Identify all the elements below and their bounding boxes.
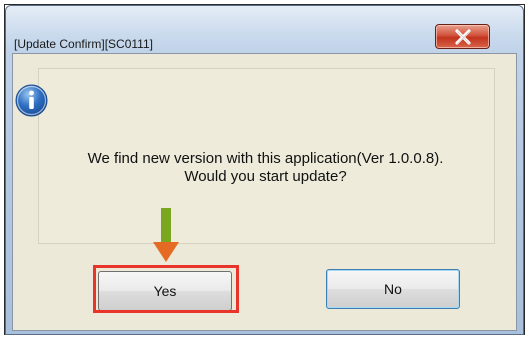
close-button[interactable] — [435, 24, 490, 49]
info-icon — [15, 84, 48, 117]
window-title: [Update Confirm][SC0111] — [14, 37, 153, 51]
no-button[interactable]: No — [326, 269, 460, 309]
message-line-2: Would you start update? — [184, 168, 347, 185]
down-arrow-icon — [153, 208, 179, 262]
yes-button-highlight — [93, 265, 239, 313]
message-line-1: We find new version with this applicatio… — [87, 150, 444, 167]
close-icon — [436, 25, 489, 48]
